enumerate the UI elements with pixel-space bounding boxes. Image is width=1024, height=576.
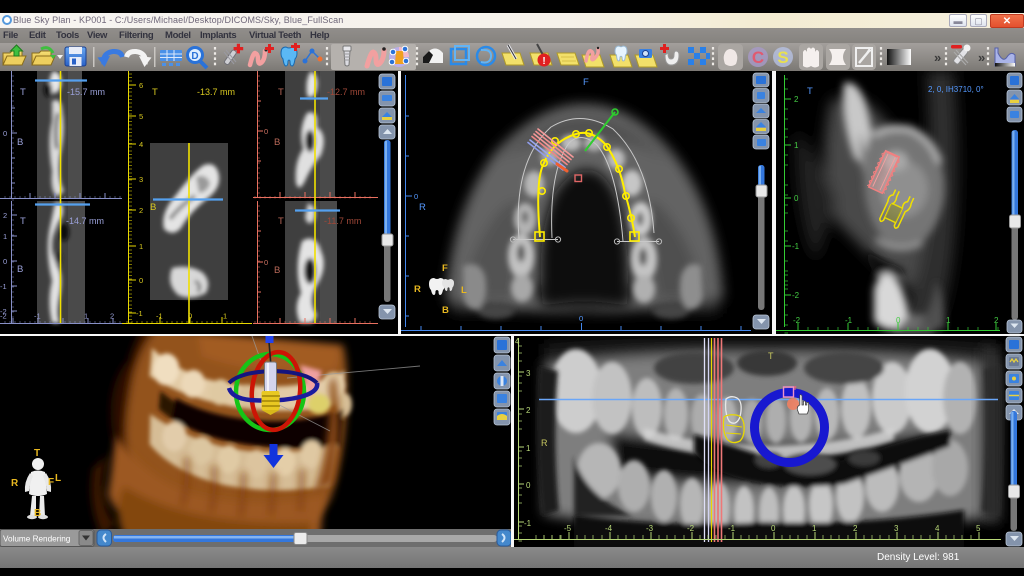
svg-text:-1: -1: [845, 316, 853, 325]
svg-text:T: T: [807, 86, 813, 97]
svg-text:B: B: [442, 305, 449, 316]
svg-text:!: !: [542, 56, 545, 67]
svg-text:4: 4: [139, 140, 143, 149]
svg-text:4: 4: [935, 524, 940, 533]
svg-text:1: 1: [3, 232, 7, 241]
svg-text:5: 5: [976, 524, 981, 533]
svg-text:D: D: [191, 51, 198, 62]
svg-text:3: 3: [894, 524, 899, 533]
svg-text:-1: -1: [136, 309, 143, 318]
svg-text:1: 1: [84, 312, 88, 321]
svg-text:1: 1: [794, 141, 799, 150]
svg-text:1: 1: [812, 524, 817, 533]
svg-text:-2: -2: [792, 291, 800, 300]
svg-text:0: 0: [526, 481, 531, 490]
svg-text:0: 0: [3, 257, 7, 266]
svg-text:S: S: [777, 48, 788, 67]
svg-text:1: 1: [223, 312, 227, 321]
svg-text:L: L: [55, 473, 61, 484]
svg-text:6: 6: [139, 81, 143, 90]
svg-text:-13.7 mm: -13.7 mm: [197, 87, 235, 97]
svg-text:R: R: [11, 478, 19, 489]
svg-text:-12.7 mm: -12.7 mm: [327, 87, 365, 97]
svg-text:-1: -1: [728, 524, 736, 533]
svg-text:T: T: [20, 216, 26, 227]
svg-text:2: 2: [3, 211, 7, 220]
svg-text:2: 2: [794, 95, 799, 104]
svg-text:-11.7 mm: -11.7 mm: [324, 216, 361, 226]
svg-text:B: B: [17, 137, 23, 148]
svg-text:0: 0: [896, 316, 901, 325]
svg-text:2: 2: [139, 206, 143, 215]
svg-text:-1: -1: [524, 519, 532, 528]
svg-text:-5: -5: [564, 524, 572, 533]
svg-text:-1: -1: [0, 282, 7, 291]
svg-text:-1: -1: [156, 312, 163, 321]
svg-text:R: R: [414, 284, 421, 295]
svg-text:»: »: [934, 50, 941, 65]
svg-text:2: 2: [994, 316, 999, 325]
svg-text:4: 4: [515, 337, 520, 346]
svg-text:T: T: [20, 87, 26, 98]
svg-text:3: 3: [139, 175, 143, 184]
svg-text:T: T: [278, 216, 284, 227]
svg-text:T: T: [152, 87, 158, 98]
svg-text:0: 0: [264, 127, 268, 136]
svg-text:0: 0: [771, 524, 776, 533]
svg-text:B: B: [17, 264, 23, 275]
svg-text:F: F: [48, 477, 54, 488]
svg-text:R: R: [419, 202, 426, 213]
svg-text:0: 0: [3, 129, 7, 138]
svg-text:0: 0: [139, 276, 143, 285]
svg-text:T: T: [34, 448, 40, 459]
svg-text:C: C: [752, 48, 764, 67]
svg-text:Volume Rendering: Volume Rendering: [3, 535, 71, 544]
svg-text:-4: -4: [605, 524, 613, 533]
svg-text:1: 1: [946, 316, 951, 325]
svg-text:B: B: [150, 202, 156, 213]
svg-text:F: F: [442, 263, 448, 274]
svg-text:-2: -2: [0, 312, 7, 321]
svg-text:-1: -1: [34, 312, 41, 321]
svg-text:L: L: [461, 285, 467, 296]
svg-text:-2: -2: [687, 524, 695, 533]
svg-text:2, 0, IH3710, 0°: 2, 0, IH3710, 0°: [928, 85, 984, 94]
svg-text:5: 5: [139, 112, 143, 121]
svg-text:F: F: [583, 77, 589, 88]
svg-text:0: 0: [579, 314, 583, 323]
svg-text:-3: -3: [646, 524, 654, 533]
svg-text:-1: -1: [792, 242, 800, 251]
svg-text:2: 2: [110, 312, 114, 321]
svg-text:-2: -2: [793, 316, 801, 325]
svg-text:3: 3: [526, 369, 531, 378]
svg-text:0: 0: [188, 312, 192, 321]
svg-text:2: 2: [853, 524, 858, 533]
svg-text:0: 0: [794, 194, 799, 203]
svg-text:0: 0: [264, 258, 268, 267]
svg-text:T: T: [768, 351, 774, 361]
svg-text:R: R: [541, 438, 548, 448]
svg-text:B: B: [274, 265, 280, 276]
svg-text:-15.7 mm: -15.7 mm: [67, 87, 105, 97]
svg-text:1: 1: [526, 444, 531, 453]
svg-text:B: B: [34, 508, 41, 519]
svg-text:»: »: [978, 50, 985, 65]
svg-text:-14.7 mm: -14.7 mm: [66, 216, 104, 226]
svg-text:2: 2: [526, 406, 531, 415]
svg-text:1: 1: [139, 242, 143, 251]
svg-text:B: B: [274, 137, 280, 148]
svg-text:0: 0: [414, 192, 418, 201]
svg-text:T: T: [278, 87, 284, 98]
